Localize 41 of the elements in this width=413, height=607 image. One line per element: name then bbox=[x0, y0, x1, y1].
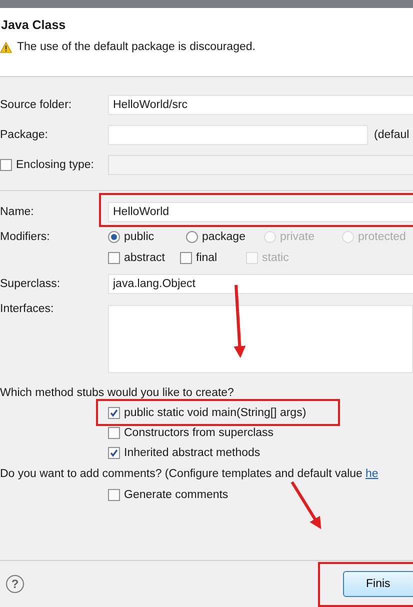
dialog-title: Java Class bbox=[0, 18, 66, 32]
checkbox[interactable] bbox=[108, 489, 120, 501]
checkbox-label: Generate comments bbox=[124, 489, 228, 501]
warning-icon bbox=[0, 42, 12, 52]
checkbox[interactable] bbox=[108, 447, 120, 459]
help-link[interactable]: he bbox=[365, 468, 378, 480]
checkbox[interactable] bbox=[108, 427, 120, 439]
checkbox-label: Inherited abstract methods bbox=[124, 447, 260, 459]
field-label: Package: bbox=[0, 129, 49, 141]
checkbox[interactable] bbox=[108, 407, 120, 419]
field-label: Interfaces: bbox=[0, 303, 55, 315]
input-field[interactable]: HelloWorld/src bbox=[108, 95, 413, 115]
section-question: Which method stubs would you like to create? bbox=[0, 387, 234, 399]
section-question: Do you want to add comments? (Configure templates and default value bbox=[0, 468, 362, 480]
default-hint: (defaul bbox=[374, 129, 410, 141]
radio-label: package bbox=[202, 231, 246, 243]
checkbox-label: abstract bbox=[124, 252, 165, 264]
checkbox-label: Enclosing type: bbox=[16, 159, 94, 171]
field-label: Superclass: bbox=[0, 278, 62, 290]
radio-label: public bbox=[124, 231, 154, 243]
checkbox-label: public static void main(String[] args) bbox=[124, 407, 306, 419]
radio-label: private bbox=[280, 231, 315, 243]
checkbox[interactable] bbox=[0, 159, 12, 171]
radio-label: protected bbox=[358, 231, 406, 243]
field-label: Source folder: bbox=[0, 99, 73, 111]
checkbox[interactable] bbox=[108, 252, 120, 264]
field-label: Name: bbox=[0, 206, 35, 218]
warning-message: The use of the default package is discouraged. bbox=[17, 41, 256, 53]
annotation-arrow bbox=[290, 481, 322, 530]
checkbox-label: static bbox=[262, 252, 289, 264]
finish-button[interactable]: Finis bbox=[343, 571, 413, 597]
checkbox[interactable] bbox=[180, 252, 192, 264]
radio-button[interactable] bbox=[108, 231, 120, 243]
input-field[interactable] bbox=[108, 125, 368, 145]
checkbox-label: Constructors from superclass bbox=[124, 427, 274, 439]
field-label: Modifiers: bbox=[0, 231, 51, 243]
input-field[interactable]: java.lang.Object bbox=[108, 274, 413, 294]
help-icon[interactable]: ? bbox=[6, 575, 24, 593]
input-field[interactable]: HelloWorld bbox=[108, 202, 413, 222]
checkbox-label: final bbox=[196, 252, 218, 264]
radio-button[interactable] bbox=[186, 231, 198, 243]
